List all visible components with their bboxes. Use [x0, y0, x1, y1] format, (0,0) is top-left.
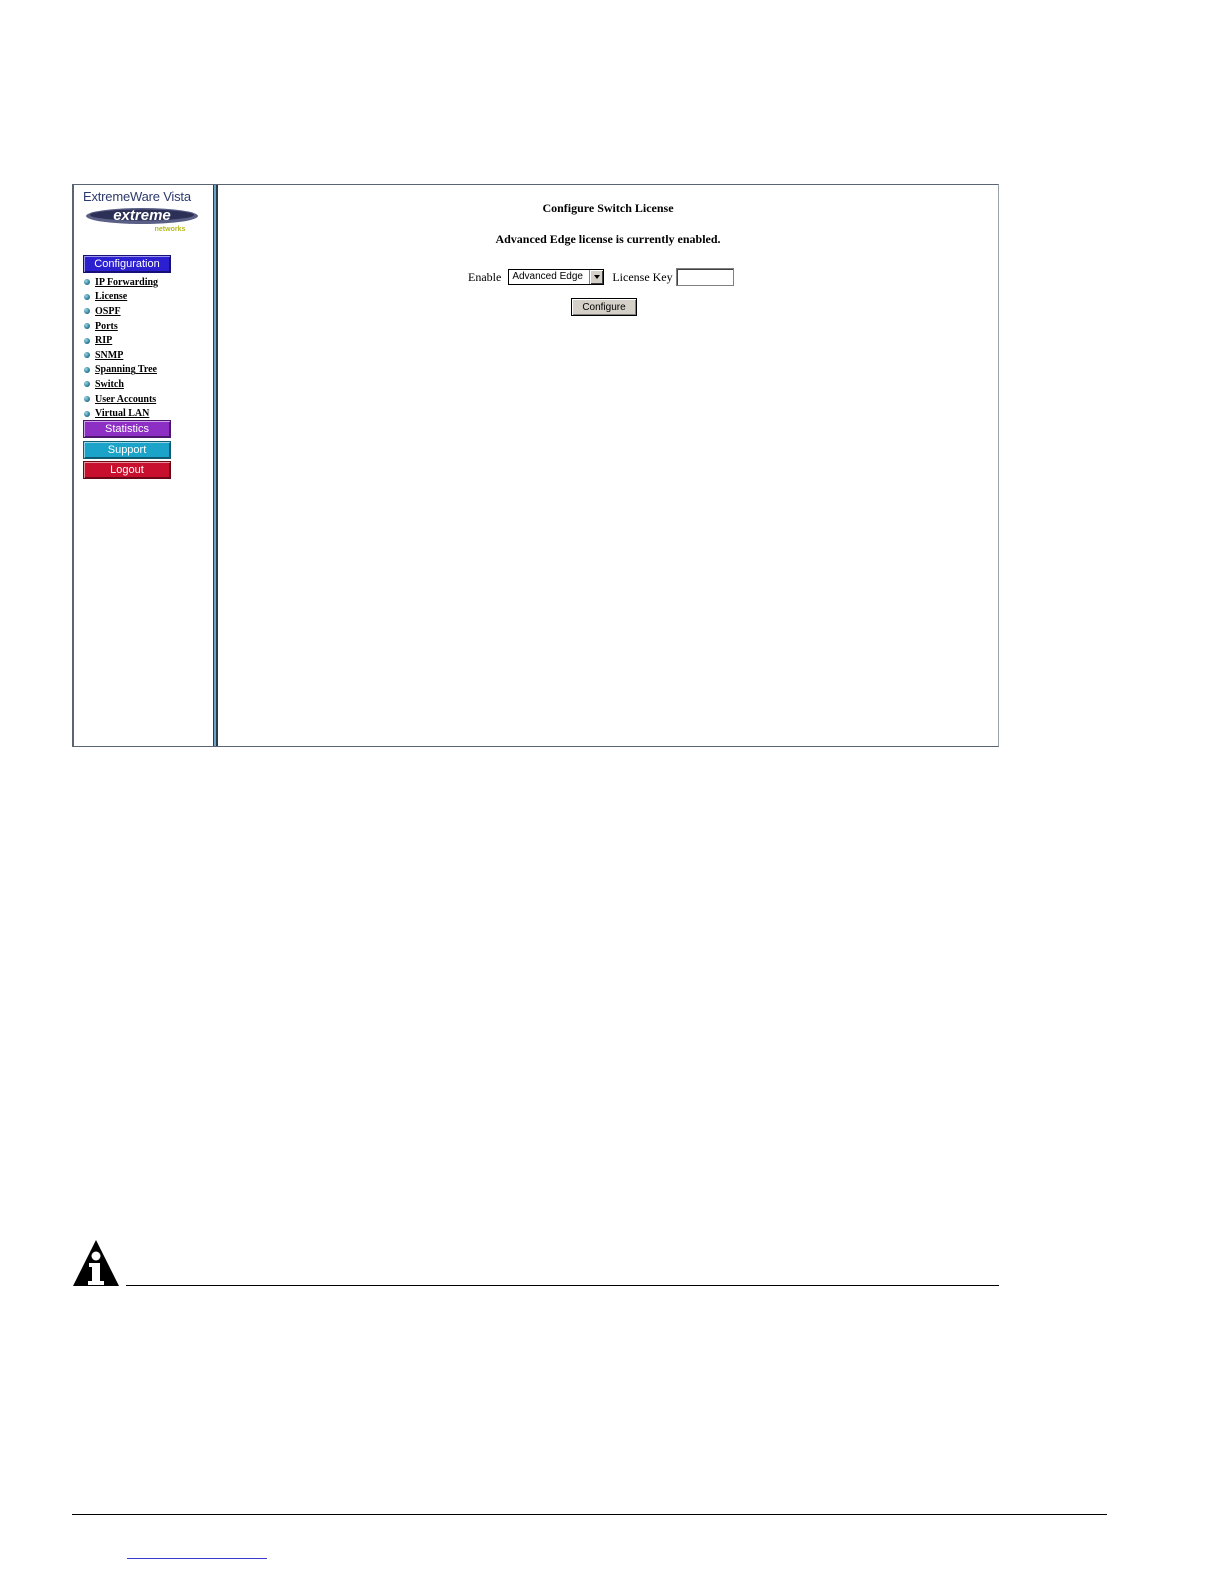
nav-link-ip-forwarding[interactable]: IP Forwarding [95, 277, 158, 288]
license-key-input[interactable] [675, 268, 734, 286]
nav-item-spanning-tree: Spanning Tree [84, 363, 158, 378]
extreme-networks-logo: extreme networks [84, 205, 200, 233]
nav-link-snmp[interactable]: SNMP [95, 350, 123, 361]
license-type-select[interactable]: Advanced Edge [508, 269, 605, 285]
nav-link-virtual-lan[interactable]: Virtual LAN [95, 408, 149, 419]
bullet-icon [84, 366, 90, 373]
nav-item-virtual-lan: Virtual LAN [84, 406, 158, 421]
info-note-icon [72, 1238, 122, 1288]
nav-link-license[interactable]: License [95, 291, 127, 302]
logout-button[interactable]: Logout [83, 461, 171, 479]
sidebar: ExtremeWare Vista extreme networks Confi… [74, 185, 213, 746]
bullet-icon [84, 352, 90, 359]
footer-separator [72, 1514, 1107, 1515]
nav-item-switch: Switch [84, 377, 158, 392]
page-title: Configure Switch License [542, 201, 674, 215]
bullet-icon [84, 381, 90, 388]
nav-link-switch[interactable]: Switch [95, 379, 124, 390]
nav-link-spanning-tree[interactable]: Spanning Tree [95, 364, 157, 375]
note-separator [126, 1285, 999, 1286]
nav-link-rip[interactable]: RIP [95, 335, 112, 346]
bullet-icon [84, 308, 90, 315]
bullet-icon [84, 323, 90, 330]
main-content: Configure Switch License Advanced Edge l… [218, 185, 998, 746]
enable-label: Enable [468, 269, 502, 284]
support-button[interactable]: Support [83, 441, 171, 459]
nav-item-rip: RIP [84, 333, 158, 348]
bullet-icon [84, 396, 90, 403]
nav-item-ip-forwarding: IP Forwarding [84, 275, 158, 290]
license-status-message: Advanced Edge license is currently enabl… [495, 232, 721, 246]
brand-title: ExtremeWare Vista [83, 189, 191, 204]
statistics-button[interactable]: Statistics [83, 420, 171, 438]
license-key-label: License Key [612, 269, 673, 284]
nav-item-ospf: OSPF [84, 304, 158, 319]
license-type-selected: Advanced Edge [512, 271, 583, 282]
nav-item-user-accounts: User Accounts [84, 392, 158, 407]
dropdown-arrow-icon[interactable] [589, 270, 604, 284]
browser-frame: ExtremeWare Vista extreme networks Confi… [72, 184, 999, 747]
bullet-icon [84, 410, 90, 417]
footer-link-underline [127, 1558, 267, 1559]
logo-wordmark: extreme [113, 207, 171, 224]
license-form-row: Enable Advanced Edge License Key [468, 267, 734, 287]
logo-subtext: networks [155, 226, 186, 233]
nav-link-ports[interactable]: Ports [95, 321, 118, 332]
nav-item-snmp: SNMP [84, 348, 158, 363]
bullet-icon [84, 279, 90, 286]
nav-item-ports: Ports [84, 319, 158, 334]
configure-button[interactable]: Configure [571, 298, 637, 316]
configuration-button[interactable]: Configuration [83, 255, 171, 273]
nav-link-user-accounts[interactable]: User Accounts [95, 394, 156, 405]
nav-item-license: License [84, 290, 158, 305]
bullet-icon [84, 337, 90, 344]
bullet-icon [84, 293, 90, 300]
configuration-menu: IP Forwarding License OSPF Ports RIP SNM… [84, 275, 158, 421]
nav-link-ospf[interactable]: OSPF [95, 306, 121, 317]
